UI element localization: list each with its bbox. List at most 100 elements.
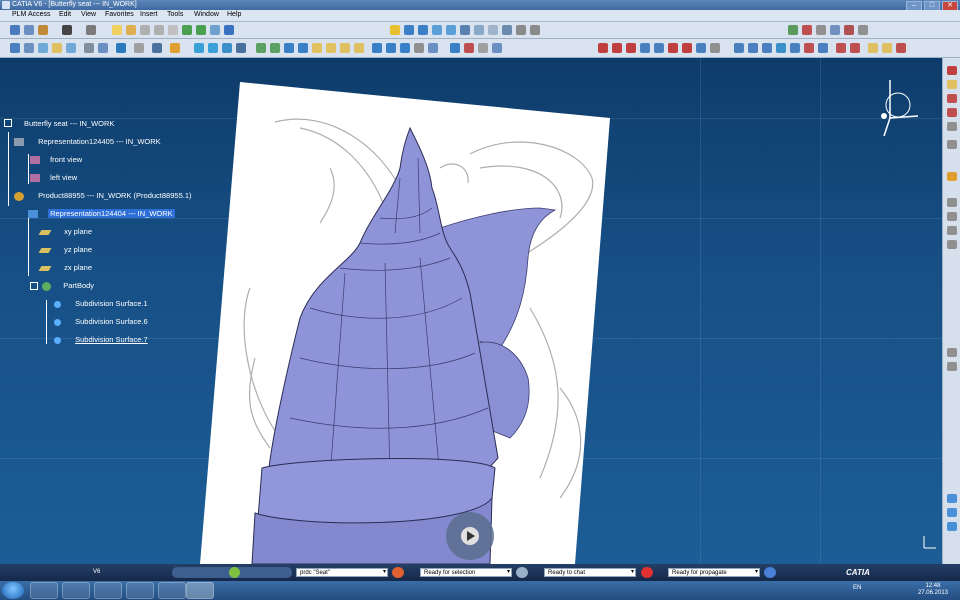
engineering-icon[interactable] xyxy=(734,43,744,53)
plane-icon[interactable] xyxy=(312,43,322,53)
expand-icon[interactable] xyxy=(30,282,38,291)
distance-icon[interactable] xyxy=(790,43,800,53)
open-icon[interactable] xyxy=(126,25,136,35)
paste-icon[interactable] xyxy=(168,25,178,35)
split-icon[interactable] xyxy=(170,43,180,53)
trim-icon[interactable] xyxy=(284,43,294,53)
connect-icon[interactable] xyxy=(450,43,460,53)
tool-icon[interactable] xyxy=(947,172,957,181)
knowledge-icon[interactable] xyxy=(896,43,906,53)
revolve-icon[interactable] xyxy=(66,43,76,53)
tool-icon[interactable] xyxy=(947,494,957,503)
cylinder-icon[interactable] xyxy=(84,43,94,53)
sphere-icon[interactable] xyxy=(52,43,62,53)
fit-all-icon[interactable] xyxy=(390,25,400,35)
sketch-icon[interactable] xyxy=(24,43,34,53)
tool-icon[interactable] xyxy=(947,140,957,149)
taskbar-explorer-icon[interactable] xyxy=(62,582,90,599)
new-icon[interactable] xyxy=(112,25,122,35)
navigation-wheel[interactable] xyxy=(446,512,494,560)
3d-annotation-icon[interactable] xyxy=(748,43,758,53)
menu-window[interactable]: Window xyxy=(194,11,219,18)
plm-propagate-icon[interactable] xyxy=(24,25,34,35)
language-indicator[interactable]: EN xyxy=(853,585,861,591)
expand-icon[interactable] xyxy=(4,119,12,127)
tree-root[interactable]: Butterfly seat --- IN_WORK xyxy=(4,118,116,129)
camera-icon[interactable] xyxy=(62,25,72,35)
extract-icon[interactable] xyxy=(414,43,424,53)
menu-tools[interactable]: Tools xyxy=(167,11,183,18)
tool-icon[interactable] xyxy=(947,240,957,249)
tool-icon[interactable] xyxy=(947,198,957,207)
constraint-icon[interactable] xyxy=(710,43,720,53)
tool-icon[interactable] xyxy=(947,122,957,131)
tree-node-front-view[interactable]: front view xyxy=(30,154,84,165)
wrap-icon[interactable] xyxy=(256,43,266,53)
copy-icon[interactable] xyxy=(154,25,164,35)
representation-icon[interactable] xyxy=(640,43,650,53)
join-icon[interactable] xyxy=(298,43,308,53)
cut-icon[interactable] xyxy=(140,25,150,35)
part-icon[interactable] xyxy=(612,43,622,53)
3d-viewport[interactable]: Butterfly seat --- IN_WORK Representatio… xyxy=(0,58,942,564)
tool-icon[interactable] xyxy=(947,212,957,221)
tree-node-partbody[interactable]: PartBody xyxy=(30,280,96,291)
tree-node-left-view[interactable]: left view xyxy=(30,172,79,183)
refresh-icon[interactable] xyxy=(224,25,234,35)
taskbar-firefox-icon[interactable] xyxy=(94,582,122,599)
symmetry-icon[interactable] xyxy=(152,43,162,53)
replace-icon[interactable] xyxy=(668,43,678,53)
intersect-icon[interactable] xyxy=(372,43,382,53)
iso-view-icon[interactable] xyxy=(488,25,498,35)
tool-icon[interactable] xyxy=(947,508,957,517)
tool-icon[interactable] xyxy=(947,362,957,371)
zoom-in-icon[interactable] xyxy=(432,25,442,35)
product-icon[interactable] xyxy=(598,43,608,53)
curve-icon[interactable] xyxy=(38,43,48,53)
system-clock[interactable]: 12:48 27.06.2013 xyxy=(918,583,948,597)
tree-node-yz-plane[interactable]: yz plane xyxy=(38,244,94,255)
menu-edit[interactable]: Edit xyxy=(59,11,71,18)
tree-icon[interactable] xyxy=(86,25,96,35)
zoom-out-icon[interactable] xyxy=(446,25,456,35)
tree-node-product[interactable]: Product88955 --- IN_WORK (Product88955.1… xyxy=(14,190,194,201)
measure-icon[interactable] xyxy=(788,25,798,35)
tree-node-surface-7[interactable]: Subdivision Surface.7 xyxy=(54,334,150,345)
start-button[interactable] xyxy=(2,582,24,599)
tool-icon[interactable] xyxy=(947,522,957,531)
report-icon[interactable] xyxy=(868,43,878,53)
pan-icon[interactable] xyxy=(404,25,414,35)
publication-icon[interactable] xyxy=(850,43,860,53)
fill-icon[interactable] xyxy=(236,43,246,53)
section-icon[interactable] xyxy=(762,43,772,53)
axis-icon[interactable] xyxy=(354,43,364,53)
sweep-icon[interactable] xyxy=(208,43,218,53)
box-icon[interactable] xyxy=(98,43,108,53)
filter-icon[interactable] xyxy=(818,43,828,53)
tool-icon[interactable] xyxy=(947,226,957,235)
compass[interactable] xyxy=(881,80,919,137)
catalog-icon[interactable] xyxy=(836,43,846,53)
point-icon[interactable] xyxy=(326,43,336,53)
swap-space-icon[interactable] xyxy=(530,25,540,35)
menu-help[interactable]: Help xyxy=(227,11,241,18)
chat-status[interactable]: Ready to chat ▾ xyxy=(544,568,636,577)
menu-favorites[interactable]: Favorites xyxy=(105,11,134,18)
taskbar-chrome-icon[interactable] xyxy=(126,582,154,599)
tree-node-surface-1[interactable]: Subdivision Surface.1 xyxy=(54,298,150,309)
tree-node-representation-1[interactable]: Representation124405 --- IN_WORK xyxy=(14,136,163,147)
menu-view[interactable]: View xyxy=(81,11,96,18)
taskbar-skype-icon[interactable] xyxy=(158,582,186,599)
whats-this-icon[interactable] xyxy=(210,25,220,35)
menu-plm-access[interactable]: PLM Access xyxy=(12,11,51,18)
select-icon[interactable] xyxy=(10,43,20,53)
redo-icon[interactable] xyxy=(196,25,206,35)
clash-icon[interactable] xyxy=(776,43,786,53)
modify-icon[interactable] xyxy=(134,43,144,53)
draft-icon[interactable] xyxy=(464,43,474,53)
render-icon[interactable] xyxy=(858,25,868,35)
boundary-icon[interactable] xyxy=(400,43,410,53)
selection-status[interactable]: Ready for selection ▾ xyxy=(420,568,512,577)
propagate-status[interactable]: Ready for propagate ▾ xyxy=(668,568,760,577)
tool-icon[interactable] xyxy=(947,108,957,117)
